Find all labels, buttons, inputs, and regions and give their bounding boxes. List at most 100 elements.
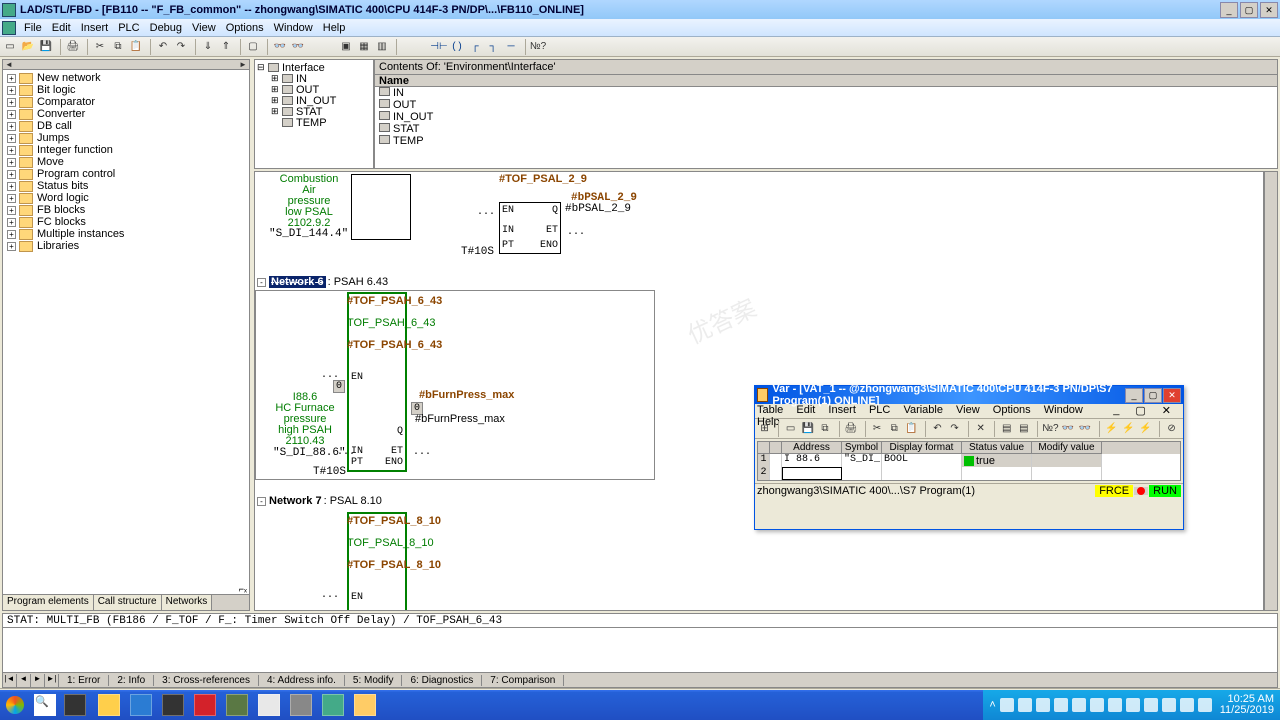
system-menu-icon[interactable] xyxy=(2,21,16,35)
download-icon[interactable]: ⇓ xyxy=(200,39,216,55)
msgtab-last-icon[interactable]: ►| xyxy=(45,674,59,687)
interface-tree[interactable]: ⊟Interface ⊞IN ⊞OUT ⊞IN_OUT ⊞STAT TEMP xyxy=(254,59,374,169)
menu-options[interactable]: Options xyxy=(226,22,264,34)
paste-icon[interactable]: 📋 xyxy=(128,39,144,55)
vat-save-icon[interactable]: 💾 xyxy=(800,421,815,437)
new-icon[interactable]: ▭ xyxy=(2,39,18,55)
close-button[interactable]: ✕ xyxy=(1260,2,1278,18)
net5-tof-box[interactable]: EN Q IN ET PT ENO xyxy=(499,202,561,254)
vat-monitor-icon[interactable]: 👓 xyxy=(1060,421,1075,437)
cut-icon[interactable]: ✂ xyxy=(92,39,108,55)
tray-icon[interactable] xyxy=(1126,698,1140,712)
vat-modify-icon[interactable]: ⚡ xyxy=(1104,421,1119,437)
vat-tb-icon[interactable]: ⊞ xyxy=(757,421,772,437)
msgtab-error[interactable]: 1: Error xyxy=(59,675,109,686)
vat-paste-icon[interactable]: 📋 xyxy=(904,421,919,437)
goggles-icon[interactable]: 👓 xyxy=(272,39,288,55)
vat-menu-insert[interactable]: Insert xyxy=(828,404,856,416)
task-search-icon[interactable]: 🔍 xyxy=(30,691,60,719)
menu-window[interactable]: Window xyxy=(274,22,313,34)
vat-del-icon[interactable]: ✕ xyxy=(973,421,988,437)
vat-col-status[interactable]: Status value xyxy=(962,442,1032,454)
task-simatic-icon[interactable] xyxy=(286,691,316,719)
tree-libraries[interactable]: Libraries xyxy=(37,240,79,252)
coil-icon[interactable]: ( ) xyxy=(449,39,465,55)
tile-icon[interactable]: ▥ xyxy=(374,39,390,55)
tree-status-bits[interactable]: Status bits xyxy=(37,180,88,192)
vat-modify2-icon[interactable]: ⚡ xyxy=(1121,421,1136,437)
task-app3-icon[interactable] xyxy=(254,691,284,719)
tree-fc-blocks[interactable]: FC blocks xyxy=(37,216,86,228)
vat-row-2[interactable]: 2 xyxy=(758,467,1180,480)
menu-view[interactable]: View xyxy=(192,22,216,34)
branch-close-icon[interactable]: ┐ xyxy=(485,39,501,55)
open-icon[interactable]: 📂 xyxy=(20,39,36,55)
start-button[interactable] xyxy=(0,691,30,719)
msgtab-next-icon[interactable]: ► xyxy=(31,674,45,687)
tray-icon[interactable] xyxy=(1054,698,1068,712)
vat-row-1[interactable]: 1 I 88.6 "S_DI_ BOOL true xyxy=(758,454,1180,467)
tray-icon[interactable] xyxy=(1162,698,1176,712)
menu-edit[interactable]: Edit xyxy=(52,22,71,34)
vat-menu-table[interactable]: Table xyxy=(757,404,783,416)
vertical-scrollbar[interactable] xyxy=(1264,171,1278,611)
msgtab-first-icon[interactable]: |◄ xyxy=(3,674,17,687)
vat-force-icon[interactable]: ⚡ xyxy=(1138,421,1153,437)
print-icon[interactable]: 🖨 xyxy=(65,39,81,55)
save-icon[interactable]: 💾 xyxy=(38,39,54,55)
tray-icon[interactable] xyxy=(1180,698,1194,712)
menu-file[interactable]: File xyxy=(24,22,42,34)
vat-titlebar[interactable]: Var - [VAT_1 -- @zhongwang3\SIMATIC 400\… xyxy=(755,386,1183,404)
tab-call-structure[interactable]: Call structure xyxy=(94,595,162,610)
vat-menu-variable[interactable]: Variable xyxy=(903,404,943,416)
vat-print-icon[interactable]: 🖨 xyxy=(843,421,858,437)
tree-jumps[interactable]: Jumps xyxy=(37,132,69,144)
vat-menu-edit[interactable]: Edit xyxy=(796,404,815,416)
vat-copy-icon[interactable]: ⧉ xyxy=(887,421,902,437)
tree-multiple-instances[interactable]: Multiple instances xyxy=(37,228,124,240)
task-explorer-icon[interactable] xyxy=(94,691,124,719)
maximize-button[interactable]: ▢ xyxy=(1240,2,1258,18)
task-app2-icon[interactable] xyxy=(222,691,252,719)
tray-clock[interactable]: 10:25 AM 11/25/2019 xyxy=(1220,694,1274,716)
vat-undo-icon[interactable]: ↶ xyxy=(930,421,945,437)
vat-ins-icon[interactable]: ▤ xyxy=(999,421,1014,437)
tray-icon[interactable] xyxy=(1036,698,1050,712)
task-ie-icon[interactable] xyxy=(126,691,156,719)
msgtab-comparison[interactable]: 7: Comparison xyxy=(482,675,564,686)
vat-menu-options[interactable]: Options xyxy=(993,404,1031,416)
windows-icon[interactable]: ▦ xyxy=(356,39,372,55)
vat-stop-icon[interactable]: ⊘ xyxy=(1164,421,1179,437)
menu-debug[interactable]: Debug xyxy=(150,22,182,34)
tab-program-elements[interactable]: Program elements xyxy=(3,595,94,610)
tray-icon[interactable] xyxy=(1000,698,1014,712)
tray-icon[interactable] xyxy=(1090,698,1104,712)
tray-icon[interactable] xyxy=(1144,698,1158,712)
network7-header[interactable]: - Network 7 : PSAL 8.10 xyxy=(257,495,382,507)
task-pdf-icon[interactable] xyxy=(190,691,220,719)
tree-program-control[interactable]: Program control xyxy=(37,168,115,180)
vat-redo-icon[interactable]: ↷ xyxy=(947,421,962,437)
vat-close-button[interactable]: ✕ xyxy=(1163,388,1181,403)
menu-plc[interactable]: PLC xyxy=(118,22,139,34)
vat-monitor2-icon[interactable]: 👓 xyxy=(1078,421,1093,437)
redo-icon[interactable]: ↷ xyxy=(173,39,189,55)
network6-header[interactable]: - Network 6 : PSAH 6.43 xyxy=(257,276,388,288)
msgtab-prev-icon[interactable]: ◄ xyxy=(17,674,31,687)
tray-icon[interactable] xyxy=(1108,698,1122,712)
vat-dup-icon[interactable]: ⧉ xyxy=(817,421,832,437)
element-tree[interactable]: +New network +Bit logic +Comparator +Con… xyxy=(3,70,249,548)
vat-col-symbol[interactable]: Symbol xyxy=(842,442,882,454)
vat-minimize-button[interactable]: _ xyxy=(1125,388,1143,403)
vat-maximize-button[interactable]: ▢ xyxy=(1144,388,1162,403)
tree-converter[interactable]: Converter xyxy=(37,108,85,120)
msgtab-crossref[interactable]: 3: Cross-references xyxy=(154,675,259,686)
vat-menu-view[interactable]: View xyxy=(956,404,980,416)
tree-fb-blocks[interactable]: FB blocks xyxy=(37,204,85,216)
vat-child-close-icon[interactable]: ✕ xyxy=(1162,404,1171,418)
copy-icon[interactable]: ⧉ xyxy=(110,39,126,55)
vat-child-min-icon[interactable]: _ xyxy=(1113,404,1119,418)
contacts-icon[interactable]: ⊣⊢ xyxy=(431,39,447,55)
msgtab-address[interactable]: 4: Address info. xyxy=(259,675,345,686)
tree-word-logic[interactable]: Word logic xyxy=(37,192,89,204)
